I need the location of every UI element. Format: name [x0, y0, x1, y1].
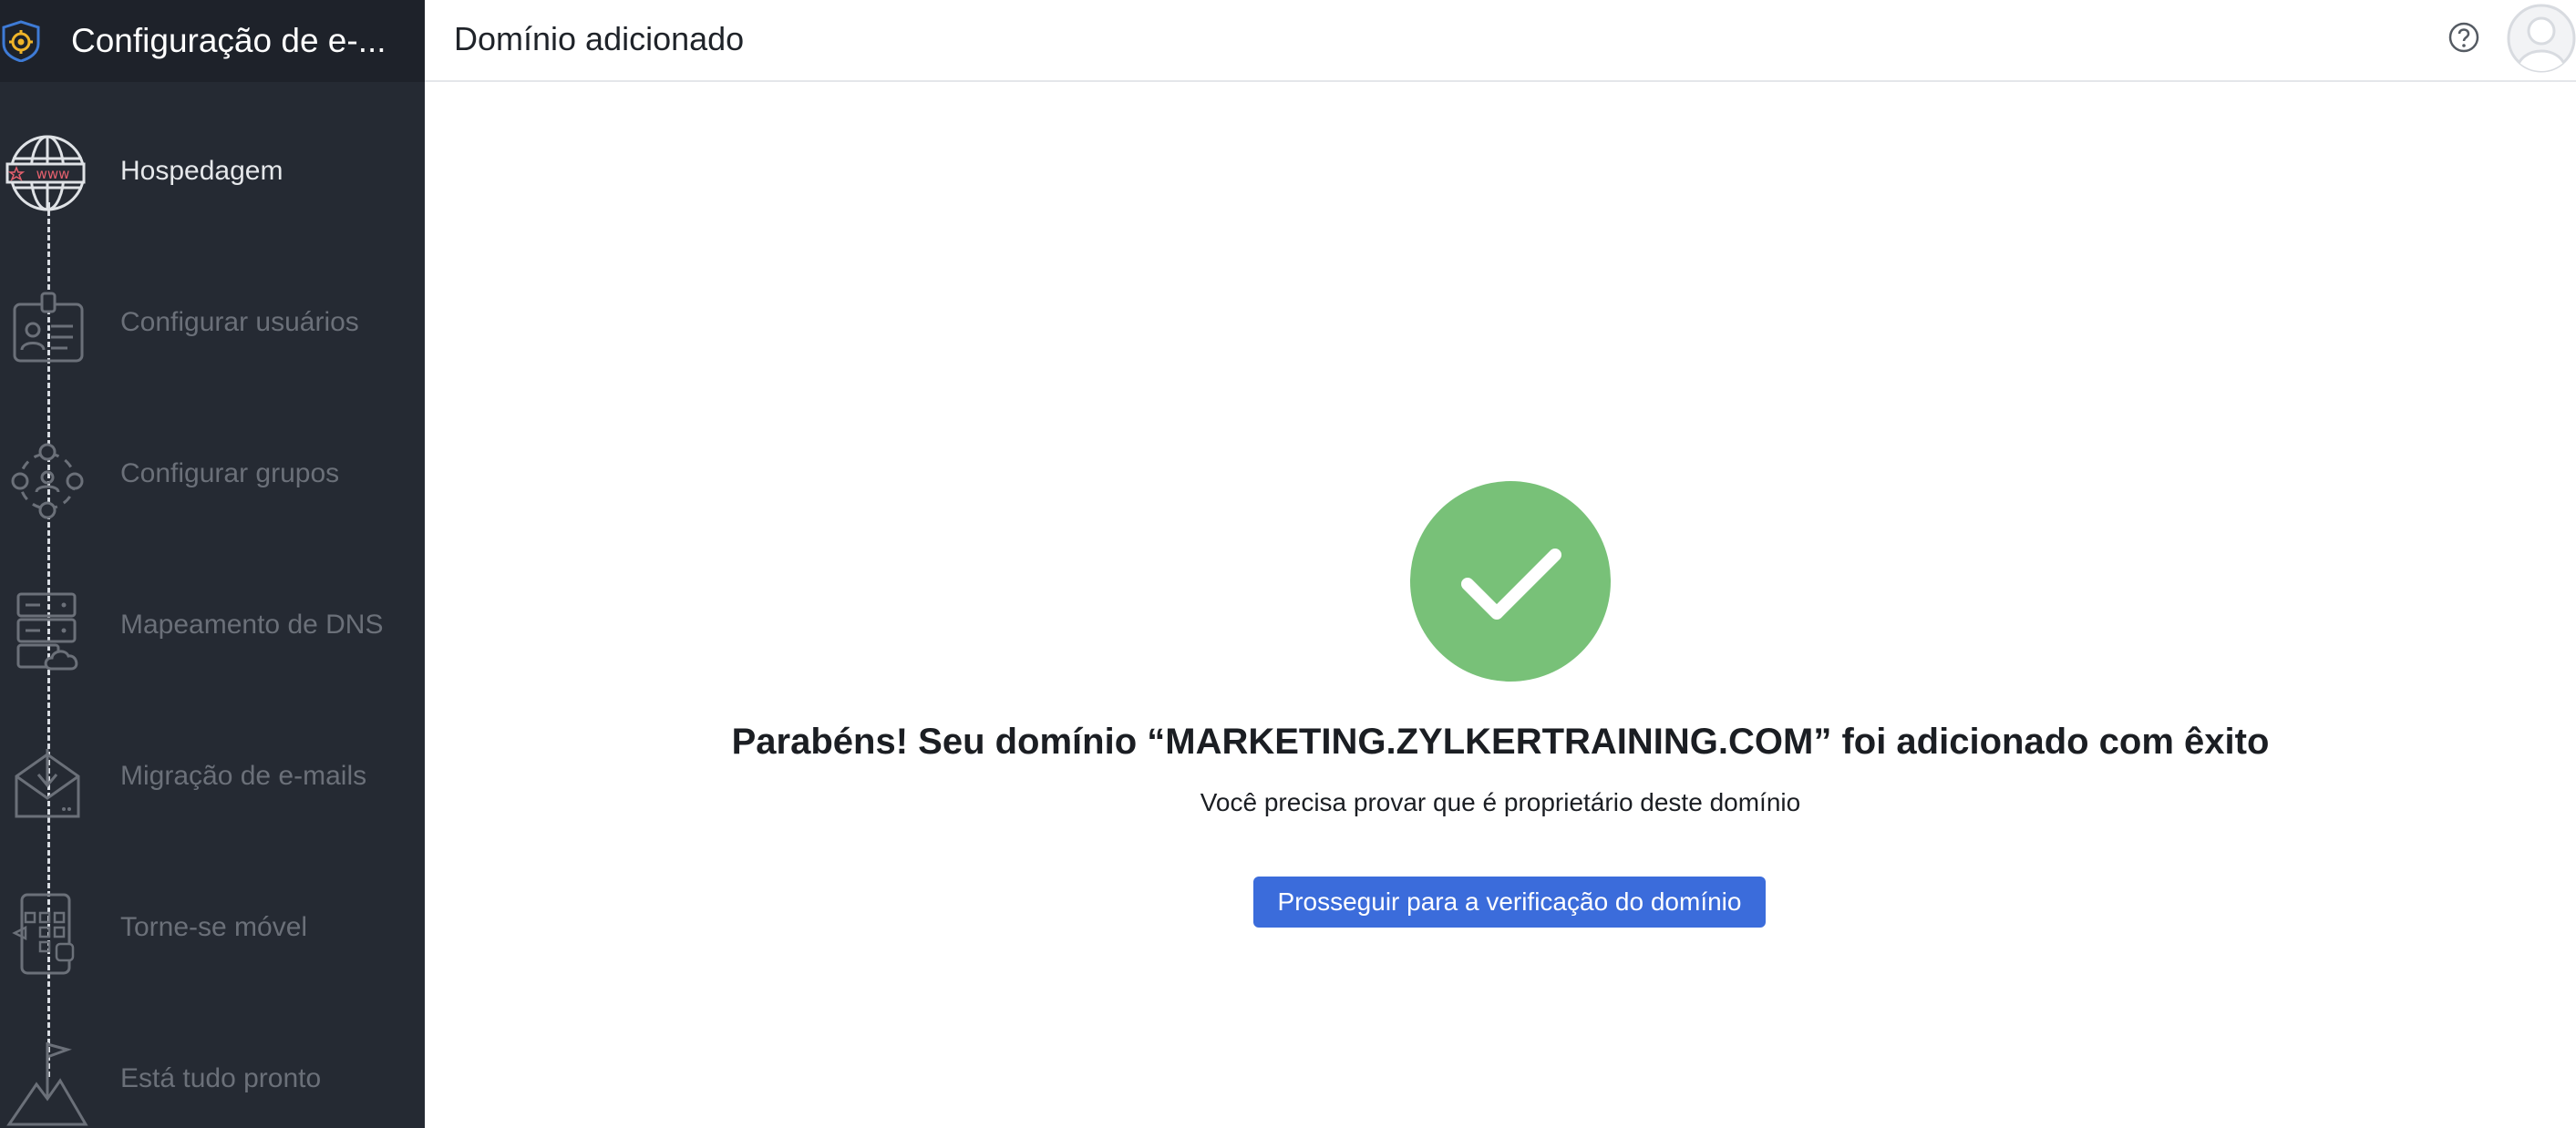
ownership-subtext: Você precisa provar que é proprietário d… [1200, 788, 1801, 816]
setup-sidebar: Configuração de e-... www Hospedagem Con… [0, 0, 425, 1128]
step-mapeamento-dns[interactable]: Mapeamento de DNS [0, 572, 425, 682]
group-network-icon [11, 443, 84, 519]
step-label: Está tudo pronto [120, 1063, 322, 1093]
step-label: Migração de e-mails [120, 761, 367, 791]
user-id-card-icon [13, 292, 84, 363]
server-cloud-icon [16, 592, 78, 671]
mobile-apps-icon [12, 893, 75, 975]
step-hospedagem[interactable]: www Hospedagem [0, 118, 425, 228]
proceed-verification-button[interactable]: Prosseguir para a verificação do domínio [1253, 877, 1766, 928]
success-headline: Parabéns! Seu domínio “MARKETING.ZYLKERT… [731, 722, 2270, 762]
mail-download-icon [15, 749, 80, 818]
step-migracao-emails[interactable]: Migração de e-mails [0, 723, 425, 833]
step-label: Configurar grupos [120, 458, 340, 488]
svg-text:www: www [36, 166, 70, 182]
step-configurar-grupos[interactable]: Configurar grupos [0, 421, 425, 530]
help-circle-icon[interactable] [2447, 20, 2481, 55]
user-avatar-icon[interactable] [2507, 4, 2576, 73]
step-label: Torne-se móvel [120, 912, 308, 942]
app-title: Configuração de e-... [71, 22, 386, 59]
top-bar: Domínio adicionado [425, 0, 2576, 82]
page-title: Domínio adicionado [454, 20, 745, 57]
step-torne-se-movel[interactable]: Torne-se móvel [0, 875, 425, 984]
step-label: Hospedagem [120, 156, 283, 186]
checkmark-circle-icon [1410, 481, 1611, 682]
step-configurar-usuarios[interactable]: Configurar usuários [0, 270, 425, 379]
step-label: Mapeamento de DNS [120, 610, 384, 640]
app-window: Configuração de e-... www Hospedagem Con… [0, 0, 2576, 1128]
mountain-flag-icon [6, 1042, 88, 1126]
www-globe-icon: www [5, 135, 86, 211]
step-esta-tudo-pronto[interactable]: Está tudo pronto [0, 1026, 425, 1128]
step-label: Configurar usuários [120, 307, 359, 337]
sidebar-header: Configuração de e-... [0, 0, 425, 82]
gear-shield-icon [2, 20, 40, 62]
